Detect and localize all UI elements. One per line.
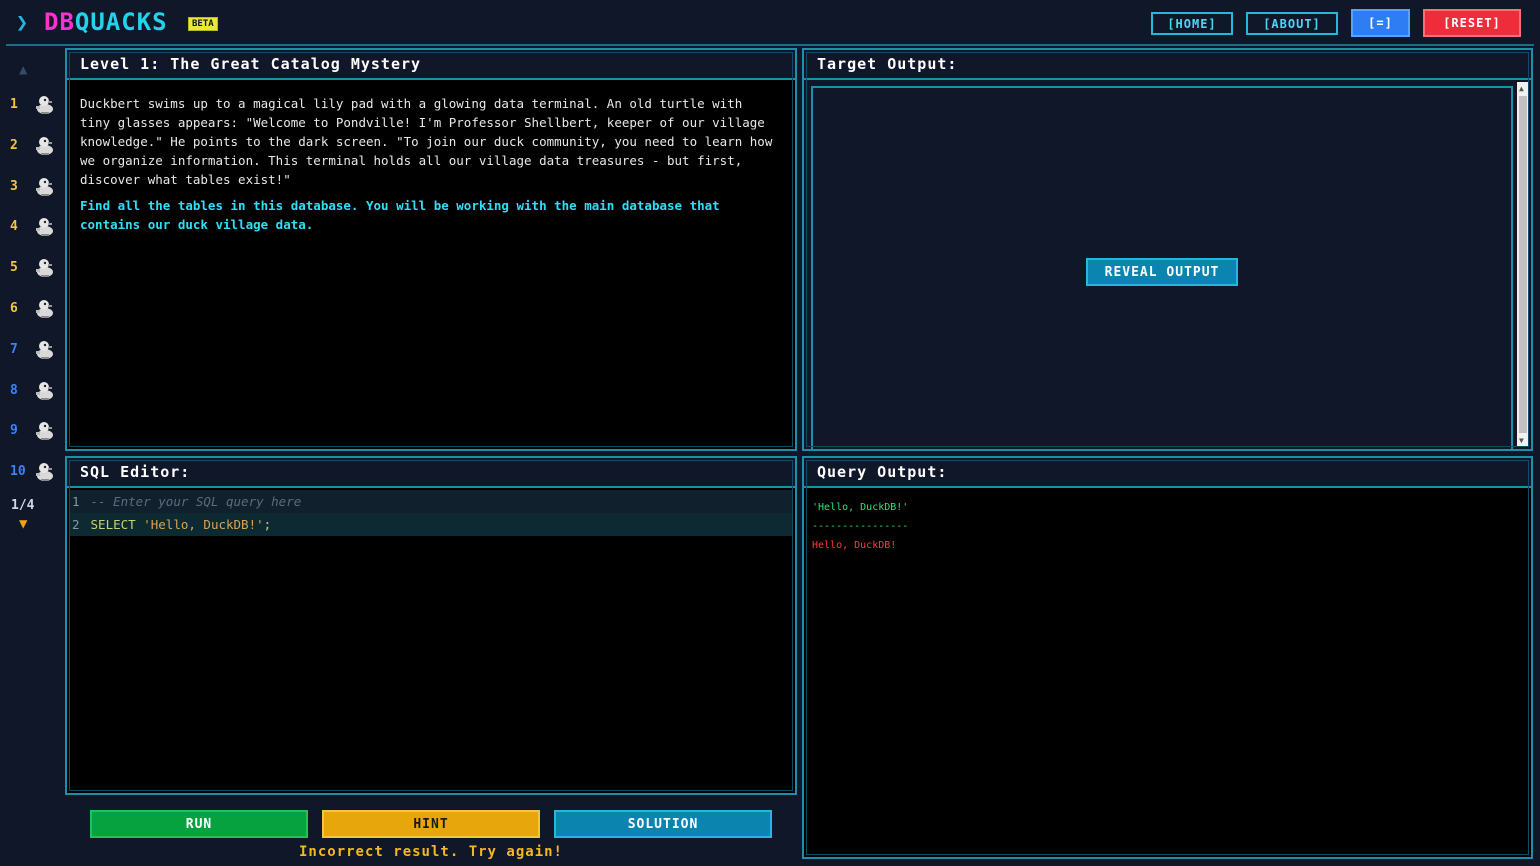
level-number: 6 [10,301,18,316]
reset-button[interactable]: [RESET] [1423,9,1521,37]
level-panel: Level 1: The Great Catalog Mystery Duckb… [65,48,797,451]
duck-icon [34,94,56,116]
home-button[interactable]: [HOME] [1151,12,1233,35]
level-item-7[interactable]: 7 [0,336,62,366]
scroll-up-arrow-icon[interactable]: ▲ [19,62,27,78]
target-output-title: Target Output: [804,50,1531,80]
duck-icon [34,176,56,198]
scrollbar-down-icon[interactable]: ▼ [1519,436,1524,445]
level-number: 1 [10,97,18,112]
level-item-2[interactable]: 2 [0,132,62,162]
level-number: 3 [10,178,18,194]
run-button[interactable]: RUN [90,810,308,838]
reveal-output-button[interactable]: REVEAL OUTPUT [1086,258,1238,286]
target-output-panel: Target Output: REVEAL OUTPUT ▲ ▼ [802,48,1533,451]
level-title: Level 1: The Great Catalog Mystery [67,50,795,80]
hint-button[interactable]: HINT [322,810,540,838]
level-number: 5 [10,260,18,276]
duck-icon [34,339,56,361]
app-logo[interactable]: DBQUACKS [44,8,168,36]
level-item-1[interactable]: 1 [0,91,62,121]
scrollbar-up-icon[interactable]: ▲ [1519,84,1524,93]
scrollbar-thumb[interactable] [1519,96,1527,433]
output-value: Hello, DuckDB! [812,540,897,551]
top-bar: ❯ DBQUACKS BETA [HOME] [ABOUT] [=] [RESE… [0,0,1540,46]
line-number: 1 [72,494,80,509]
level-task: Find all the tables in this database. Yo… [80,198,720,232]
duck-icon [34,380,56,402]
output-column-header: 'Hello, DuckDB!' [812,502,909,513]
scroll-down-arrow-icon[interactable]: ▼ [19,516,27,532]
duck-icon [34,216,56,238]
sql-semicolon[interactable]: ; [264,517,272,532]
line-number: 2 [72,517,80,532]
target-scrollbar[interactable]: ▲ ▼ [1517,82,1529,447]
solution-button[interactable]: SOLUTION [554,810,772,838]
level-story: Duckbert swims up to a magical lily pad … [80,96,773,187]
sql-editor-panel: SQL Editor: 1 -- Enter your SQL query he… [65,456,797,795]
level-item-9[interactable]: 9 [0,417,62,447]
level-item-8[interactable]: 8 [0,377,62,407]
about-button[interactable]: [ABOUT] [1246,12,1338,35]
level-page-indicator: 1/4 [11,498,35,513]
query-output-title: Query Output: [804,458,1531,488]
sql-keyword[interactable]: SELECT [91,517,136,532]
level-item-6[interactable]: 6 [0,295,62,325]
sql-comment[interactable]: -- Enter your SQL query here [91,494,302,509]
sql-editor-title: SQL Editor: [67,458,795,488]
header-divider [6,44,1534,46]
duck-icon [34,257,56,279]
expand-chevron-icon[interactable]: ❯ [16,10,28,34]
level-number: 10 [10,464,26,480]
level-item-3[interactable]: 3 [0,173,62,203]
level-sidebar: ▲ 1 2 3 4 5 6 7 8 9 10 1/4 ▼ [0,50,62,550]
duck-icon [34,135,56,157]
level-number: 9 [10,423,18,439]
duck-icon [34,461,56,483]
level-number: 2 [10,137,18,153]
editor-line-1[interactable]: 1 -- Enter your SQL query here [69,490,793,513]
result-message: Incorrect result. Try again! [298,844,563,860]
output-separator: ---------------- [812,521,909,532]
level-number: 7 [10,341,18,357]
query-output-text: 'Hello, DuckDB!' ---------------- Hello,… [812,498,908,555]
level-number: 4 [10,219,18,235]
duck-icon [34,298,56,320]
sql-string[interactable]: 'Hello, DuckDB!' [143,517,263,532]
level-number: 8 [10,382,18,398]
logo-quacks: QUACKS [74,8,168,36]
query-output-panel: Query Output: 'Hello, DuckDB!' ---------… [802,456,1533,859]
target-output-area: REVEAL OUTPUT [811,86,1513,449]
beta-badge: BETA [188,17,218,31]
level-item-10[interactable]: 10 [0,458,62,488]
level-item-4[interactable]: 4 [0,213,62,243]
editor-line-2[interactable]: 2 SELECT 'Hello, DuckDB!'; [69,513,793,536]
level-item-5[interactable]: 5 [0,254,62,284]
menu-button[interactable]: [=] [1351,9,1410,37]
duck-icon [34,420,56,442]
logo-db: DB [44,8,75,36]
